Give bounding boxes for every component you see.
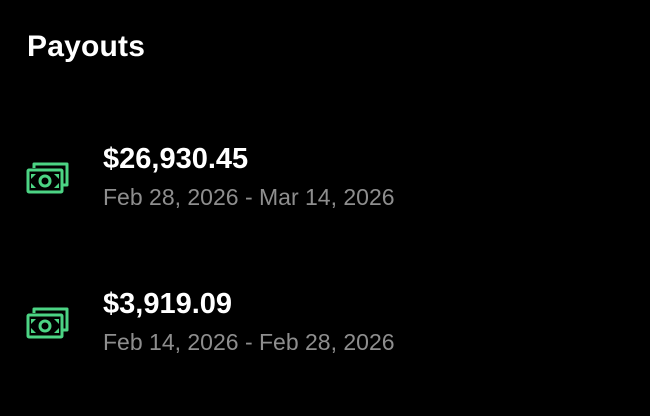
- payout-item[interactable]: $26,930.45 Feb 28, 2026 - Mar 14, 2026: [0, 125, 650, 235]
- cash-icon: [26, 306, 70, 340]
- payout-date-range: Feb 28, 2026 - Mar 14, 2026: [103, 184, 395, 210]
- payout-date-range: Feb 14, 2026 - Feb 28, 2026: [103, 329, 395, 355]
- payout-item[interactable]: $3,919.09 Feb 14, 2026 - Feb 28, 2026: [0, 270, 650, 380]
- payout-amount: $26,930.45: [103, 143, 249, 175]
- cash-icon: [26, 161, 70, 195]
- payout-amount: $3,919.09: [103, 288, 233, 320]
- page-title: Payouts: [27, 30, 146, 63]
